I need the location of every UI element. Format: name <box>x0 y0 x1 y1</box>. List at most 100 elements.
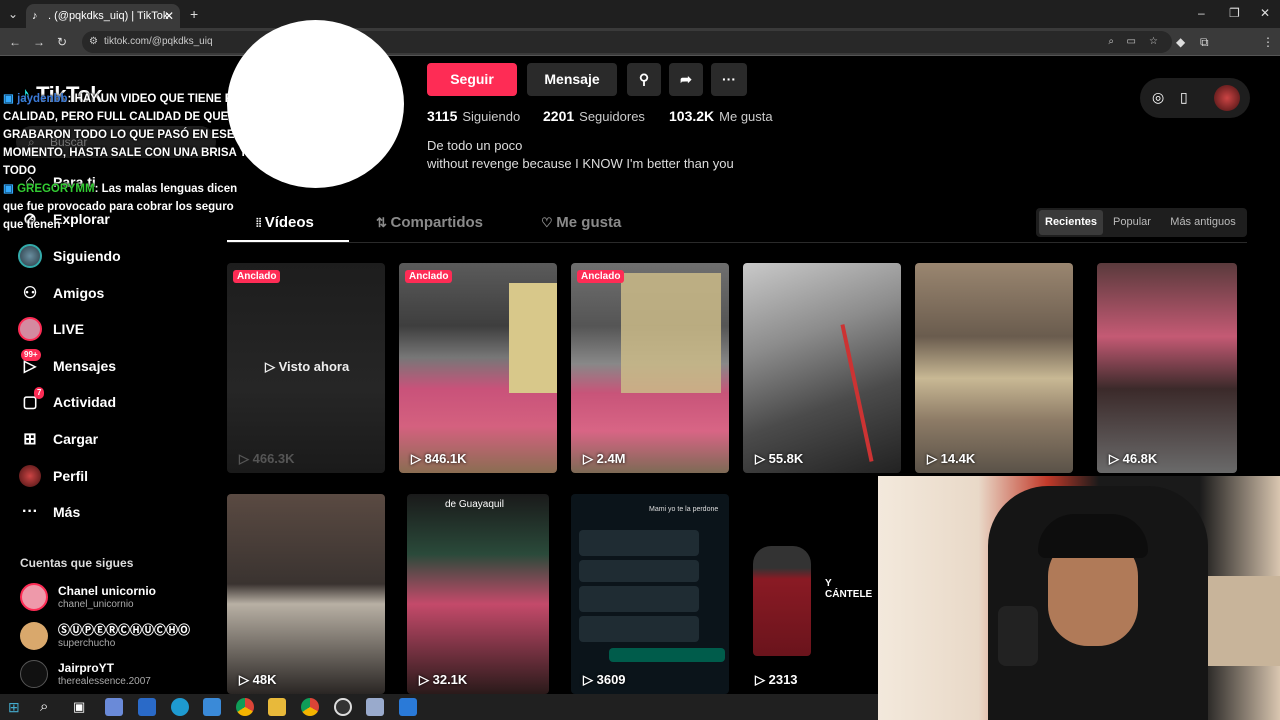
shelf-figures <box>1208 576 1280 666</box>
follow-button[interactable]: Seguir <box>427 63 517 96</box>
windows-start-icon[interactable]: ⊞ <box>8 699 20 716</box>
video-thumbnail[interactable]: ▷ 55.8K <box>743 263 901 473</box>
activity-icon: ▢ 7 <box>18 387 45 414</box>
taskbar: ⊞ ⌕ ▣ <box>0 694 878 720</box>
following-account[interactable]: JairproYT therealessence.2007 <box>20 660 151 688</box>
close-window-icon[interactable]: ✕ <box>1260 7 1270 19</box>
likes-stat: 103.2K Me gusta <box>669 108 773 124</box>
sidebar-item-mas[interactable]: ··· Más <box>18 499 80 525</box>
upload-icon: ⊞ <box>23 431 37 448</box>
sidebar-item-cargar[interactable]: ⊞ Cargar <box>18 426 98 452</box>
sidebar-item-amigos[interactable]: ⚇ Amigos <box>18 280 105 306</box>
chrome-active-icon[interactable] <box>301 698 319 716</box>
sort-popular[interactable]: Popular <box>1106 210 1158 235</box>
grid-icon: ⦙⦙ <box>256 216 265 230</box>
video-thumbnail[interactable]: Mami yo te la perdone ▷ 3609 <box>571 494 729 694</box>
obs-icon[interactable] <box>334 698 352 716</box>
pinned-badge: Anclado <box>233 270 281 283</box>
forward-icon[interactable]: → <box>33 36 45 48</box>
chrome-menu-icon[interactable]: ⋮ <box>1262 36 1274 48</box>
sidebar-item-live[interactable]: LIVE <box>18 316 84 342</box>
tab-me-gusta[interactable]: ♡ Me gusta <box>541 214 621 231</box>
app-icon[interactable] <box>366 698 384 716</box>
play-icon: ▷ <box>411 451 425 466</box>
bookmark-star-icon[interactable]: ☆ <box>1149 31 1158 53</box>
sort-recientes[interactable]: Recientes <box>1039 210 1103 235</box>
tiktok-favicon-icon: ♪ <box>32 10 38 22</box>
video-thumbnail[interactable]: Anclado ▷ 2.4M <box>571 263 729 473</box>
video-thumbnail[interactable]: Anclado ▷ Visto ahora ▷ 466.3K <box>227 263 385 473</box>
extensions-puzzle-icon[interactable]: ⧉ <box>1200 36 1209 48</box>
chat-bubble-shape <box>579 530 699 556</box>
more-icon: ··· <box>22 503 38 520</box>
view-count: ▷ 14.4K <box>927 451 976 466</box>
add-friend-button[interactable]: ⚲ <box>627 63 661 96</box>
video-thumbnail[interactable]: Anclado ▷ 846.1K <box>399 263 557 473</box>
user-avatar[interactable] <box>1214 85 1240 111</box>
tab-list-icon[interactable]: ⌄ <box>8 8 18 20</box>
new-tab-icon[interactable]: + <box>190 7 198 21</box>
video-thumbnail[interactable]: ▷ 46.8K <box>1097 263 1237 473</box>
browser-tab[interactable]: ♪ . (@pqkdks_uiq) | TikTok ✕ <box>26 4 180 28</box>
site-info-icon[interactable]: ⚙ <box>89 31 98 53</box>
back-icon[interactable]: ← <box>9 36 21 48</box>
mail-icon[interactable] <box>138 698 156 716</box>
device-icon[interactable]: ▯ <box>1180 89 1188 106</box>
tab-videos[interactable]: ⦙⦙ Vídeos <box>256 214 314 231</box>
fire-ladder-shape <box>840 324 874 462</box>
zoom-icon[interactable]: ⌕ <box>1108 31 1114 53</box>
app-icon[interactable] <box>399 698 417 716</box>
task-view-icon[interactable]: ▣ <box>73 699 85 715</box>
browser-tab-bar: ⌄ ♪ . (@pqkdks_uiq) | TikTok ✕ + – ❐ ✕ <box>0 0 1280 28</box>
extension-icon[interactable]: ◆ <box>1176 36 1185 48</box>
sidebar-item-perfil[interactable]: Perfil <box>18 463 88 489</box>
followers-stat[interactable]: 2201 Seguidores <box>543 108 645 126</box>
webcam-overlay <box>878 476 1280 720</box>
friends-icon: ⚇ <box>22 285 38 302</box>
message-button[interactable]: Mensaje <box>527 63 617 96</box>
following-stat[interactable]: 3115 Siguiendo <box>427 108 520 126</box>
video-thumbnail[interactable]: ▷ 14.4K <box>915 263 1073 473</box>
view-count: ▷ 32.1K <box>419 672 468 687</box>
video-thumbnail[interactable]: Y CÁNTELE ▷ 2313 <box>743 494 878 694</box>
sort-mas-antiguos[interactable]: Más antiguos <box>1162 210 1244 235</box>
building-shape <box>509 283 557 393</box>
widgets-icon[interactable] <box>105 698 123 716</box>
chrome-icon[interactable] <box>236 698 254 716</box>
following-title: Cuentas que sigues <box>20 556 134 570</box>
minimize-icon[interactable]: – <box>1198 7 1205 19</box>
sidebar-item-actividad[interactable]: ▢ 7 Actividad <box>18 387 116 415</box>
view-count: ▷ 466.3K <box>239 451 295 466</box>
cast-icon[interactable]: ▭ <box>1127 31 1136 53</box>
address-bar[interactable]: ⚙ tiktok.com/@pqkdks_uiq ⌕ ▭ ☆ <box>82 31 1172 53</box>
compass-small-icon[interactable]: ◎ <box>1152 89 1164 106</box>
more-dots-icon: ··· <box>722 71 736 87</box>
sidebar-item-mensajes[interactable]: ▷ 99+ Mensajes <box>18 349 116 379</box>
store-icon[interactable] <box>203 698 221 716</box>
play-icon: ▷ <box>265 359 279 374</box>
following-avatar-icon <box>18 244 42 268</box>
cap-shape <box>1038 514 1148 558</box>
video-caption: de Guayaquil <box>445 499 504 510</box>
view-count: ▷ 48K <box>239 672 277 687</box>
activity-badge: 7 <box>34 387 45 399</box>
tab-compartidos[interactable]: ⇅ Compartidos <box>376 214 483 231</box>
file-explorer-icon[interactable] <box>268 698 286 716</box>
tab-divider <box>227 242 1247 243</box>
repost-icon: ⇅ <box>376 215 391 230</box>
maximize-icon[interactable]: ❐ <box>1229 7 1240 19</box>
edge-icon[interactable] <box>171 698 189 716</box>
sidebar-item-siguiendo[interactable]: Siguiendo <box>18 243 121 269</box>
following-account[interactable]: ⓈⓊⓅⒺⓇⒸⒽⓊⒸⒽⓄ superchucho <box>20 622 190 650</box>
following-account[interactable]: Chanel unicornio chanel_unicornio <box>20 583 156 611</box>
pinned-badge: Anclado <box>577 270 625 283</box>
play-icon: ▷ <box>583 672 597 687</box>
reload-icon[interactable]: ↻ <box>57 36 67 48</box>
avatar <box>20 622 48 650</box>
more-options-button[interactable]: ··· <box>711 63 747 96</box>
video-thumbnail[interactable]: de Guayaquil ▷ 32.1K <box>407 494 549 694</box>
share-button[interactable]: ➦ <box>669 63 703 96</box>
close-tab-icon[interactable]: ✕ <box>164 4 174 28</box>
search-icon[interactable]: ⌕ <box>40 698 48 715</box>
video-thumbnail[interactable]: ▷ 48K <box>227 494 385 694</box>
